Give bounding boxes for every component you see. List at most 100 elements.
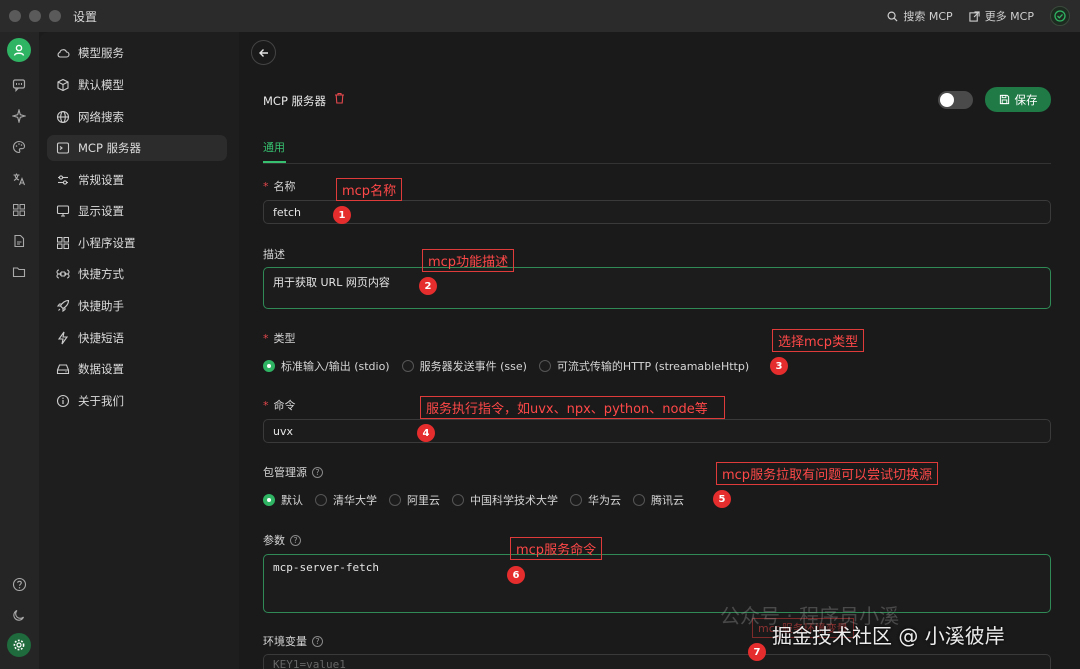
sidebar-item-label: 快捷短语 xyxy=(78,331,124,345)
radio-selected xyxy=(263,494,275,506)
registry-label: 包管理源 ? xyxy=(263,464,323,480)
description-value: 用于获取 URL 网页内容 xyxy=(273,276,390,289)
help-icon[interactable]: ? xyxy=(290,534,301,546)
command-field[interactable]: uvx xyxy=(263,419,1051,443)
chat-icon[interactable] xyxy=(9,75,29,95)
more-mcp-label: 更多 MCP xyxy=(984,10,1034,23)
sidebar-item-quick-phrases[interactable]: 快捷短语 xyxy=(47,325,227,351)
delete-server-button[interactable] xyxy=(334,92,345,107)
zoom-window-button[interactable] xyxy=(49,10,61,22)
sidebar-item-web-search[interactable]: 网络搜索 xyxy=(47,104,227,130)
search-mcp-label: 搜索 MCP xyxy=(903,10,953,23)
sidebar-item-quick-assistant[interactable]: 快捷助手 xyxy=(47,293,227,319)
env-field[interactable]: KEY1=value1 xyxy=(263,654,1051,669)
description-field[interactable]: 用于获取 URL 网页内容 xyxy=(263,267,1051,309)
args-field[interactable]: mcp-server-fetch xyxy=(263,554,1051,613)
radio-selected xyxy=(263,360,275,372)
type-option-streamable-http[interactable]: 可流式传输的HTTP (streamableHttp) xyxy=(538,358,750,374)
registry-option-label: 默认 xyxy=(281,494,303,507)
cloud-icon xyxy=(56,46,70,60)
radio-unselected xyxy=(570,494,582,506)
registry-option-ustc[interactable]: 中国科学技术大学 xyxy=(452,492,558,508)
monitor-icon xyxy=(56,204,70,218)
sidebar-item-default-model[interactable]: 默认模型 xyxy=(47,72,227,98)
user-avatar[interactable] xyxy=(1050,6,1070,26)
help-icon[interactable]: ? xyxy=(312,635,323,647)
registry-option-default[interactable]: 默认 xyxy=(263,492,303,508)
grid-icon xyxy=(56,236,70,250)
annotation-label: mcp服务命令 xyxy=(510,537,603,560)
sidebar-item-mcp-server[interactable]: MCP 服务器 xyxy=(47,135,227,161)
name-label: * 名称 xyxy=(263,178,296,194)
sidebar-item-label: 常规设置 xyxy=(78,173,124,187)
radio-unselected xyxy=(452,494,464,506)
moon-icon[interactable] xyxy=(9,605,29,625)
tab-general[interactable]: 通用 xyxy=(263,139,285,155)
registry-option-label: 清华大学 xyxy=(333,494,377,507)
annotation-badge: 1 xyxy=(333,206,351,224)
gear-icon xyxy=(13,639,25,651)
registry-option-tsinghua[interactable]: 清华大学 xyxy=(315,492,377,508)
search-icon xyxy=(887,11,898,22)
env-label: 环境变量 ? xyxy=(263,633,323,649)
trash-icon xyxy=(335,92,344,104)
radio-unselected xyxy=(538,360,551,372)
sidebar-item-label: MCP 服务器 xyxy=(78,141,142,155)
search-mcp-link[interactable]: 搜索 MCP xyxy=(887,8,953,24)
required-mark: * xyxy=(263,331,269,345)
registry-option-tencent[interactable]: 腾讯云 xyxy=(633,492,684,508)
settings-button[interactable] xyxy=(7,633,31,657)
sidebar-item-display-settings[interactable]: 显示设置 xyxy=(47,198,227,224)
sidebar-item-data-settings[interactable]: 数据设置 xyxy=(47,356,227,382)
registry-option-huawei[interactable]: 华为云 xyxy=(570,492,621,508)
registry-option-aliyun[interactable]: 阿里云 xyxy=(389,492,440,508)
palette-icon[interactable] xyxy=(9,137,29,157)
sidebar-item-general-settings[interactable]: 常规设置 xyxy=(47,167,227,193)
info-icon xyxy=(56,394,70,408)
save-button[interactable]: 保存 xyxy=(985,87,1051,112)
registry-radio-group: 默认 清华大学 阿里云 中国科学技术大学 华为云 腾讯云 xyxy=(263,492,696,508)
args-value: mcp-server-fetch xyxy=(273,561,379,574)
description-label: 描述 xyxy=(263,246,285,262)
terminal-icon xyxy=(56,141,70,155)
sidebar-item-miniapp-settings[interactable]: 小程序设置 xyxy=(47,230,227,256)
sidebar-item-label: 快捷助手 xyxy=(78,299,124,313)
env-placeholder: KEY1=value1 xyxy=(273,658,346,669)
arrow-left-icon xyxy=(258,48,268,57)
type-option-stdio[interactable]: 标准输入/输出 (stdio) xyxy=(263,358,390,374)
profile-avatar[interactable] xyxy=(7,38,31,62)
external-link-icon xyxy=(969,10,980,22)
name-field[interactable]: fetch xyxy=(263,200,1051,224)
type-option-label: 可流式传输的HTTP (streamableHttp) xyxy=(556,360,750,373)
sidebar-item-label: 快捷方式 xyxy=(78,267,124,281)
type-option-label: 标准输入/输出 (stdio) xyxy=(281,360,390,373)
type-option-sse[interactable]: 服务器发送事件 (sse) xyxy=(401,358,527,374)
apps-grid-icon[interactable] xyxy=(9,200,29,220)
enable-server-toggle[interactable] xyxy=(938,91,973,109)
sidebar-item-shortcuts[interactable]: 快捷方式 xyxy=(47,261,227,287)
args-label: 参数 ? xyxy=(263,532,301,548)
window-controls[interactable] xyxy=(9,10,61,22)
close-window-button[interactable] xyxy=(9,10,21,22)
save-button-label: 保存 xyxy=(1014,92,1038,107)
folder-icon[interactable] xyxy=(9,262,29,282)
sidebar-item-label: 关于我们 xyxy=(78,394,124,408)
tab-divider xyxy=(263,163,1051,164)
command-value: uvx xyxy=(273,424,293,438)
help-icon[interactable]: ? xyxy=(312,466,323,478)
radio-unselected xyxy=(633,494,645,506)
annotation-badge: 5 xyxy=(713,490,731,508)
files-icon[interactable] xyxy=(9,231,29,251)
more-mcp-link[interactable]: 更多 MCP xyxy=(969,8,1034,24)
radio-unselected xyxy=(389,494,401,506)
drive-icon xyxy=(56,362,70,376)
minimize-window-button[interactable] xyxy=(29,10,41,22)
sparkle-icon[interactable] xyxy=(9,106,29,126)
sidebar-item-label: 网络搜索 xyxy=(78,110,124,124)
sidebar-item-model-service[interactable]: 模型服务 xyxy=(47,40,227,66)
translate-icon[interactable] xyxy=(9,169,29,189)
back-button[interactable] xyxy=(251,40,276,65)
sidebar-item-about[interactable]: 关于我们 xyxy=(47,388,227,414)
help-icon[interactable] xyxy=(9,574,29,594)
annotation-badge: 2 xyxy=(419,277,437,295)
